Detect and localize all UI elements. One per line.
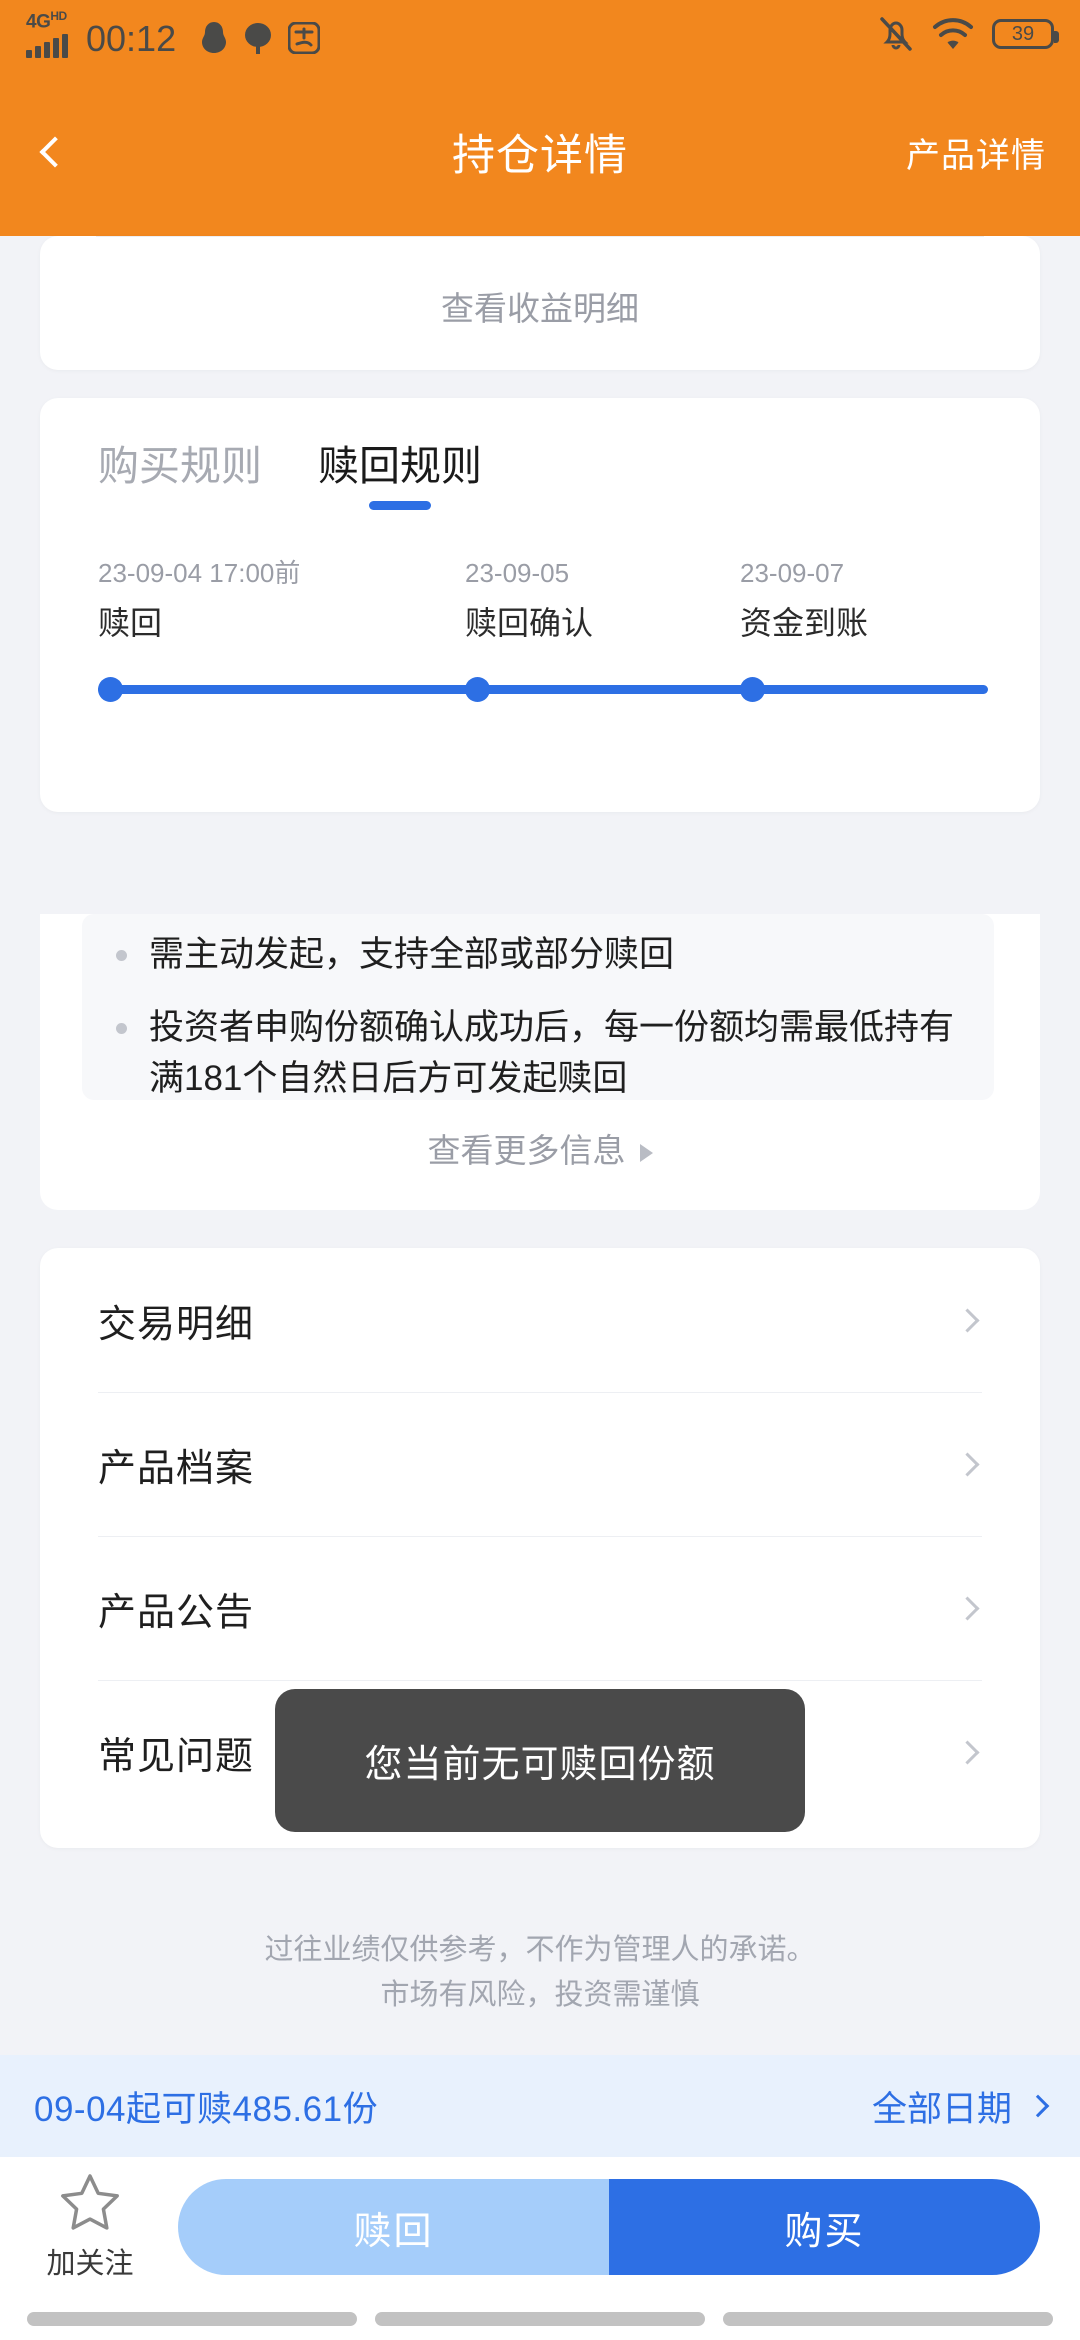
tab-active-underline — [369, 501, 431, 510]
nav-home-pill[interactable] — [375, 2312, 705, 2326]
timeline-step-funds: 23-09-07 资金到账 — [740, 560, 868, 639]
tab-redemption-rules[interactable]: 赎回规则 — [318, 432, 482, 510]
timeline-track — [98, 685, 988, 694]
card-divider — [96, 236, 984, 237]
disclaimer-line-2: 市场有风险，投资需谨慎 — [380, 1978, 700, 2011]
timeline-step-name: 赎回 — [98, 605, 163, 641]
qq-penguin-icon — [202, 22, 227, 54]
rules-card-footer: 查看更多信息 — [40, 1100, 1040, 1210]
bottom-action-bar: 加关注 赎回 购买 — [0, 2157, 1080, 2297]
all-dates-label: 全部日期 — [871, 2089, 1012, 2129]
timeline-dot — [740, 677, 765, 702]
rules-bullet-box: 需主动发起，支持全部或部分赎回 投资者申购份额确认成功后，每一份额均需最低持有满… — [82, 914, 994, 1100]
nav-back-pill[interactable] — [27, 2312, 357, 2326]
back-button[interactable] — [34, 117, 104, 187]
timeline-step-redeem: 23-09-04 17:00前 赎回 — [98, 560, 300, 639]
triangle-right-icon — [639, 1144, 653, 1163]
menu-item-label: 常见问题 — [98, 1736, 255, 1778]
view-earnings-detail-link[interactable]: 查看收益明细 — [40, 282, 1040, 330]
chevron-right-icon — [955, 1740, 980, 1765]
chat-bubble-icon — [245, 23, 272, 55]
rule-text: 需主动发起，支持全部或部分赎回 — [149, 935, 675, 974]
chevron-right-icon — [955, 1452, 980, 1477]
redemption-timeline: 23-09-04 17:00前 赎回 23-09-05 赎回确认 23-09-0… — [98, 560, 988, 702]
product-detail-link[interactable]: 产品详情 — [906, 128, 1046, 177]
status-bar-right: 39 — [878, 15, 1059, 53]
nav-recents-pill[interactable] — [723, 2312, 1053, 2326]
timeline-step-date: 23-09-05 — [465, 558, 570, 588]
wifi-icon — [933, 18, 973, 49]
menu-item-product-profile[interactable]: 产品档案 — [98, 1392, 982, 1536]
tab-redemption-rules-label: 赎回规则 — [318, 443, 482, 489]
action-button-group: 赎回 购买 — [178, 2179, 1040, 2275]
rule-text: 投资者申购份额确认成功后，每一份额均需最低持有满181个自然日后方可发起赎回 — [149, 1007, 955, 1098]
add-favorite-label: 加关注 — [46, 2248, 134, 2280]
buy-button[interactable]: 购买 — [609, 2179, 1040, 2275]
tab-purchase-rules-label: 购买规则 — [98, 443, 262, 489]
rules-card: 购买规则 赎回规则 23-09-04 17:00前 赎回 23-09-05 赎回… — [40, 398, 1040, 812]
toast-message: 您当前无可赎回份额 — [275, 1689, 805, 1832]
timeline-step-name: 赎回确认 — [465, 605, 594, 641]
android-navigation-bar — [0, 2297, 1080, 2340]
timeline-dot — [465, 677, 490, 702]
add-favorite-button[interactable]: 加关注 — [30, 2172, 150, 2282]
network-type-label: 4GHD — [26, 8, 67, 33]
disclaimer-line-1: 过往业绩仅供参考，不作为管理人的承诺。 — [264, 1934, 816, 1966]
earnings-card: 查看收益明细 — [40, 236, 1040, 370]
rules-tabs: 购买规则 赎回规则 — [98, 432, 482, 510]
all-dates-link[interactable]: 全部日期 — [871, 2081, 1050, 2132]
view-more-info-link[interactable]: 查看更多信息 — [40, 1124, 1040, 1172]
phone-screen: 4GHD 00:12 39 持仓详情 产品详情 查看收益明细 购买规则 赎回规则… — [0, 0, 1080, 2340]
network-indicator: 4GHD — [26, 8, 68, 59]
redeem-button[interactable]: 赎回 — [178, 2179, 609, 2275]
notification-icons — [200, 21, 321, 55]
menu-item-transaction-detail[interactable]: 交易明细 — [98, 1248, 982, 1392]
menu-item-label: 产品公告 — [98, 1592, 255, 1634]
tab-purchase-rules[interactable]: 购买规则 — [98, 432, 262, 510]
view-more-info-label: 查看更多信息 — [427, 1132, 626, 1169]
bullet-dot-icon — [116, 950, 127, 961]
bullet-dot-icon — [116, 1022, 127, 1034]
list-item: 投资者申购份额确认成功后，每一份额均需最低持有满181个自然日后方可发起赎回 — [82, 1003, 994, 1105]
redeemable-notice-bar: 09-04起可赎485.61份 全部日期 — [0, 2055, 1080, 2157]
timeline-dot — [98, 677, 123, 702]
chevron-right-icon — [955, 1596, 980, 1621]
timeline-step-name: 资金到账 — [740, 605, 869, 641]
timeline-step-date: 23-09-07 — [740, 558, 845, 588]
menu-item-label: 交易明细 — [98, 1303, 255, 1346]
status-bar-left: 4GHD 00:12 — [26, 8, 321, 60]
star-outline-icon — [61, 2174, 119, 2230]
list-item: 需主动发起，支持全部或部分赎回 — [82, 930, 994, 981]
chevron-left-icon — [39, 136, 71, 168]
menu-item-product-announcement[interactable]: 产品公告 — [98, 1536, 982, 1680]
redeemable-shares-text: 09-04起可赎485.61份 — [34, 2089, 379, 2129]
menu-item-label: 产品档案 — [98, 1448, 255, 1490]
chevron-right-icon — [1026, 2094, 1050, 2118]
battery-indicator: 39 — [992, 19, 1059, 49]
chevron-right-icon — [955, 1307, 980, 1333]
timeline-step-confirm: 23-09-05 赎回确认 — [465, 560, 593, 639]
status-bar-clock: 00:12 — [86, 18, 177, 60]
disclaimer: 过往业绩仅供参考，不作为管理人的承诺。 市场有风险，投资需谨慎 — [0, 1928, 1080, 2018]
signal-bars-icon — [26, 34, 68, 59]
app-header: 持仓详情 产品详情 — [0, 68, 1080, 236]
bell-muted-icon — [880, 17, 912, 51]
toast-text: 您当前无可赎回份额 — [364, 1744, 716, 1786]
rules-bullet-section: 需主动发起，支持全部或部分赎回 投资者申购份额确认成功后，每一份额均需最低持有满… — [40, 914, 1040, 1100]
status-bar: 4GHD 00:12 39 — [0, 0, 1080, 68]
timeline-step-date: 23-09-04 17:00前 — [98, 558, 301, 588]
alipay-icon — [288, 22, 321, 55]
